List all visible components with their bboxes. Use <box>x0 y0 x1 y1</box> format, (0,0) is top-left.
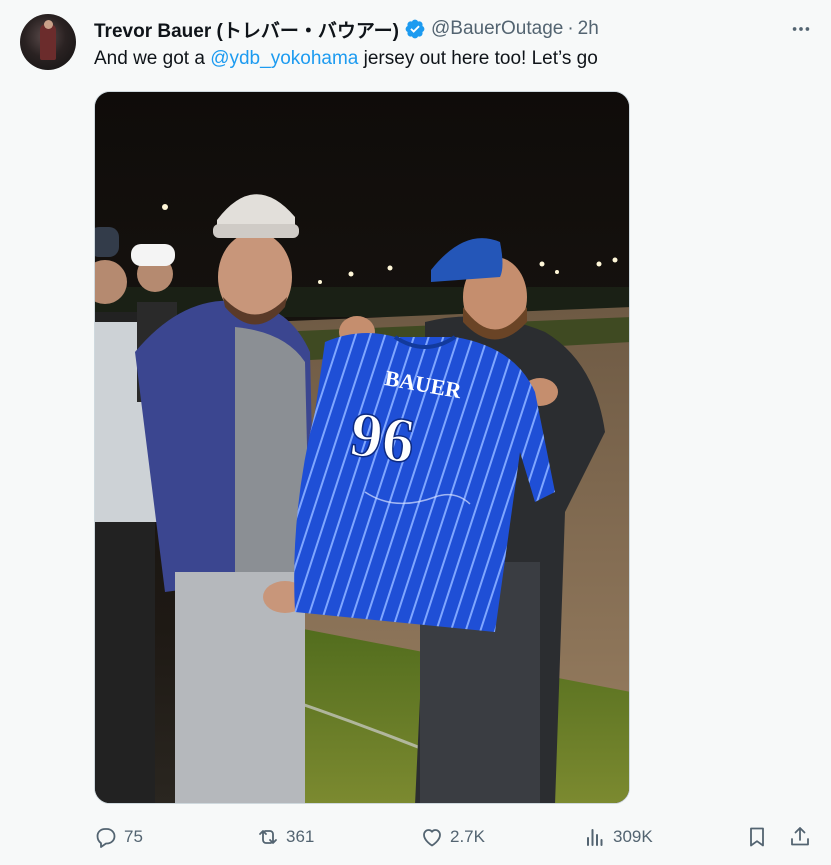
avatar-figure <box>40 24 56 60</box>
separator-dot: · <box>567 18 574 39</box>
more-icon[interactable] <box>786 16 816 42</box>
author-name[interactable]: Trevor Bauer (トレバー・バウアー) <box>94 16 399 43</box>
tweet-text-after: jersey out here too! Let’s go <box>358 48 598 69</box>
tweet-card[interactable]: Trevor Bauer (トレバー・バウアー) @BauerOutage · … <box>0 0 831 865</box>
like-count: 2.7K <box>450 827 485 846</box>
mention-link[interactable]: @ydb_yokohama <box>210 48 358 69</box>
like-button[interactable]: 2.7K <box>420 820 485 854</box>
tweet-photo[interactable]: BAUER 96 <box>94 91 630 804</box>
photo-illustration: BAUER 96 <box>95 92 629 803</box>
reply-icon <box>96 828 116 848</box>
repost-count: 361 <box>286 827 315 846</box>
timestamp[interactable]: 2h <box>578 18 599 40</box>
repost-button[interactable]: 361 <box>256 820 314 854</box>
avatar-head <box>44 20 53 29</box>
action-bar: 75 361 2.7K 309K <box>0 820 831 854</box>
author-avatar[interactable] <box>20 14 76 70</box>
bookmark-button[interactable] <box>745 820 769 854</box>
views-button[interactable]: 309K <box>583 820 653 854</box>
heart-icon <box>423 829 441 847</box>
verified-badge-icon <box>405 19 425 39</box>
jersey-number: 96 <box>346 398 419 477</box>
share-button[interactable] <box>788 820 812 854</box>
tweet-header: Trevor Bauer (トレバー・バウアー) @BauerOutage · … <box>94 16 599 43</box>
bookmark-icon <box>750 827 764 847</box>
tweet-text-before: And we got a <box>94 48 211 69</box>
views-count: 309K <box>613 827 653 846</box>
tweet-text: And we got a @ydb_yokohama jersey out he… <box>94 47 598 71</box>
views-chart-icon <box>587 829 603 846</box>
author-handle[interactable]: @BauerOutage <box>431 18 563 40</box>
repost-icon <box>259 830 277 844</box>
reply-count: 75 <box>124 827 143 846</box>
reply-button[interactable]: 75 <box>94 820 143 854</box>
share-icon <box>791 827 809 846</box>
